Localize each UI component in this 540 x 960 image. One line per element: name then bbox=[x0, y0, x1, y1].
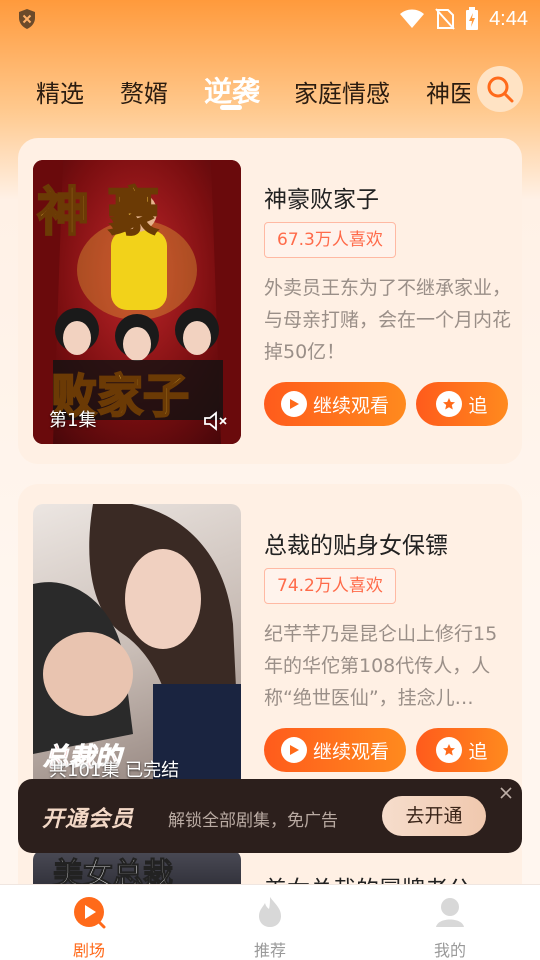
nav-label-theater: 剧场 bbox=[72, 941, 105, 960]
continue-watching-label: 继续观看 bbox=[312, 394, 389, 417]
active-tab-indicator bbox=[220, 105, 242, 110]
drama-poster[interactable]: 总裁的 共101集 已完结 bbox=[33, 504, 241, 794]
status-bar: 4:44 bbox=[0, 0, 540, 36]
no-sim-icon bbox=[435, 8, 455, 30]
continue-watching-label: 继续观看 bbox=[312, 740, 389, 763]
continue-watching-button[interactable]: 继续观看 bbox=[264, 728, 406, 772]
nav-item-recommend[interactable]: 推荐 bbox=[225, 895, 315, 960]
drama-title[interactable]: 神豪败家子 bbox=[264, 180, 379, 214]
star-icon bbox=[436, 737, 463, 763]
nav-label-mine: 我的 bbox=[433, 941, 466, 960]
battery-charging-icon bbox=[466, 7, 479, 30]
continue-watching-button[interactable]: 继续观看 bbox=[264, 382, 406, 426]
close-icon[interactable] bbox=[498, 785, 514, 801]
mute-icon[interactable] bbox=[203, 410, 229, 432]
tab-jingxuan[interactable]: 精选 bbox=[36, 74, 84, 109]
drama-card[interactable]: 总裁的 共101集 已完结 总裁的贴身女保镖 74.2万人喜欢 纪芊芊乃是昆仑山… bbox=[18, 484, 522, 814]
likes-badge: 67.3万人喜欢 bbox=[264, 222, 396, 258]
tab-jiating-qinggan[interactable]: 家庭情感 bbox=[294, 74, 390, 109]
search-icon bbox=[487, 76, 514, 103]
poster-title-top: 神 豪 bbox=[37, 182, 159, 243]
nav-item-mine[interactable]: 我的 bbox=[405, 895, 495, 960]
play-circle-icon bbox=[74, 897, 106, 929]
follow-label: 追 bbox=[468, 394, 488, 417]
nav-item-theater[interactable]: 剧场 bbox=[44, 895, 134, 960]
drama-title[interactable]: 总裁的贴身女保镖 bbox=[264, 526, 448, 560]
vip-title: 开通会员 bbox=[42, 807, 135, 832]
shield-icon bbox=[19, 9, 35, 29]
user-icon bbox=[436, 898, 464, 927]
bottom-navigation: 剧场 推荐 我的 bbox=[0, 884, 540, 960]
star-icon bbox=[436, 391, 463, 417]
tab-shenyi[interactable]: 神医 bbox=[426, 74, 470, 109]
tab-nixi[interactable]: 逆袭 bbox=[204, 70, 260, 110]
episode-label: 第1集 bbox=[49, 410, 97, 431]
clock: 4:44 bbox=[489, 7, 528, 30]
play-icon bbox=[280, 737, 307, 763]
follow-button[interactable]: 追 bbox=[416, 382, 508, 426]
drama-card[interactable]: 神 豪 败家子 第1集 神豪败家子 67.3万人喜欢 外卖员王东为了不继承家业，… bbox=[18, 138, 522, 464]
flame-icon bbox=[259, 897, 281, 927]
tab-zhuixu[interactable]: 赘婿 bbox=[120, 74, 168, 109]
vip-subtitle: 解锁全部剧集，免广告 bbox=[168, 811, 338, 831]
wifi-icon bbox=[400, 9, 425, 28]
vip-promo-banner[interactable]: 开通会员 解锁全部剧集，免广告 去开通 bbox=[18, 779, 522, 853]
search-button[interactable] bbox=[477, 66, 523, 112]
open-vip-button[interactable]: 去开通 bbox=[382, 796, 486, 836]
drama-description: 纪芊芊乃是昆仑山上修行15年的华佗第108代传人，人称“绝世医仙”，挂念儿… bbox=[264, 623, 498, 709]
likes-badge: 74.2万人喜欢 bbox=[264, 568, 396, 604]
drama-poster[interactable]: 神 豪 败家子 第1集 bbox=[33, 160, 241, 444]
poster-art: 总裁的 bbox=[33, 504, 241, 794]
poster-art: 神 豪 败家子 bbox=[33, 160, 241, 444]
play-icon bbox=[280, 391, 307, 417]
nav-label-recommend: 推荐 bbox=[253, 941, 286, 960]
follow-button[interactable]: 追 bbox=[416, 728, 508, 772]
drama-description: 外卖员王东为了不继承家业，与母亲打赌，会在一个月内花掉50亿！ bbox=[264, 277, 512, 363]
follow-label: 追 bbox=[468, 740, 488, 763]
